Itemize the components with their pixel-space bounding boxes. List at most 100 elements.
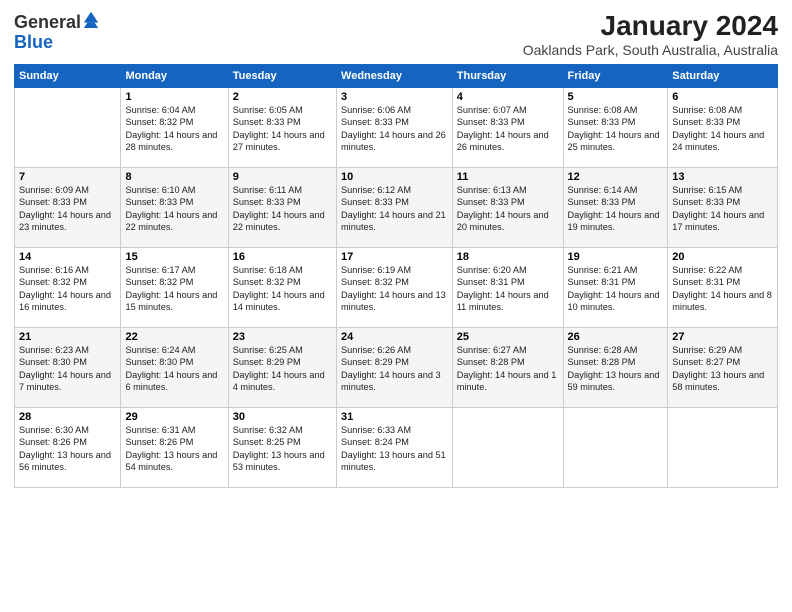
day-detail: Sunrise: 6:32 AMSunset: 8:25 PMDaylight:…: [233, 424, 332, 474]
day-detail: Sunrise: 6:16 AMSunset: 8:32 PMDaylight:…: [19, 264, 116, 314]
day-detail: Sunrise: 6:14 AMSunset: 8:33 PMDaylight:…: [568, 184, 664, 234]
calendar-cell: 20Sunrise: 6:22 AMSunset: 8:31 PMDayligh…: [668, 248, 778, 328]
logo-text: General Blue: [14, 10, 100, 53]
calendar-cell: 12Sunrise: 6:14 AMSunset: 8:33 PMDayligh…: [563, 168, 668, 248]
day-detail: Sunrise: 6:07 AMSunset: 8:33 PMDaylight:…: [457, 104, 559, 154]
day-detail: Sunrise: 6:21 AMSunset: 8:31 PMDaylight:…: [568, 264, 664, 314]
day-detail: Sunrise: 6:04 AMSunset: 8:32 PMDaylight:…: [125, 104, 223, 154]
day-number: 11: [457, 171, 559, 183]
day-detail: Sunrise: 6:19 AMSunset: 8:32 PMDaylight:…: [341, 264, 448, 314]
day-number: 20: [672, 251, 773, 263]
calendar-cell: 16Sunrise: 6:18 AMSunset: 8:32 PMDayligh…: [228, 248, 336, 328]
calendar-week-4: 21Sunrise: 6:23 AMSunset: 8:30 PMDayligh…: [15, 328, 778, 408]
day-detail: Sunrise: 6:05 AMSunset: 8:33 PMDaylight:…: [233, 104, 332, 154]
day-detail: Sunrise: 6:06 AMSunset: 8:33 PMDaylight:…: [341, 104, 448, 154]
calendar-week-5: 28Sunrise: 6:30 AMSunset: 8:26 PMDayligh…: [15, 408, 778, 488]
calendar-cell: 22Sunrise: 6:24 AMSunset: 8:30 PMDayligh…: [121, 328, 228, 408]
calendar-cell: 24Sunrise: 6:26 AMSunset: 8:29 PMDayligh…: [337, 328, 453, 408]
calendar-cell: [563, 408, 668, 488]
day-detail: Sunrise: 6:26 AMSunset: 8:29 PMDaylight:…: [341, 344, 448, 394]
calendar-cell: 14Sunrise: 6:16 AMSunset: 8:32 PMDayligh…: [15, 248, 121, 328]
day-number: 4: [457, 91, 559, 103]
day-number: 10: [341, 171, 448, 183]
day-number: 13: [672, 171, 773, 183]
calendar-week-3: 14Sunrise: 6:16 AMSunset: 8:32 PMDayligh…: [15, 248, 778, 328]
calendar-week-1: 1Sunrise: 6:04 AMSunset: 8:32 PMDaylight…: [15, 88, 778, 168]
calendar-cell: 7Sunrise: 6:09 AMSunset: 8:33 PMDaylight…: [15, 168, 121, 248]
day-number: 29: [125, 411, 223, 423]
subtitle: Oaklands Park, South Australia, Australi…: [523, 42, 778, 58]
day-detail: Sunrise: 6:33 AMSunset: 8:24 PMDaylight:…: [341, 424, 448, 474]
day-number: 31: [341, 411, 448, 423]
calendar-cell: 23Sunrise: 6:25 AMSunset: 8:29 PMDayligh…: [228, 328, 336, 408]
col-sunday: Sunday: [15, 65, 121, 88]
day-detail: Sunrise: 6:31 AMSunset: 8:26 PMDaylight:…: [125, 424, 223, 474]
day-detail: Sunrise: 6:22 AMSunset: 8:31 PMDaylight:…: [672, 264, 773, 314]
day-detail: Sunrise: 6:27 AMSunset: 8:28 PMDaylight:…: [457, 344, 559, 394]
col-thursday: Thursday: [452, 65, 563, 88]
day-detail: Sunrise: 6:20 AMSunset: 8:31 PMDaylight:…: [457, 264, 559, 314]
day-detail: Sunrise: 6:18 AMSunset: 8:32 PMDaylight:…: [233, 264, 332, 314]
calendar-cell: 28Sunrise: 6:30 AMSunset: 8:26 PMDayligh…: [15, 408, 121, 488]
day-number: 24: [341, 331, 448, 343]
day-detail: Sunrise: 6:11 AMSunset: 8:33 PMDaylight:…: [233, 184, 332, 234]
calendar-table: Sunday Monday Tuesday Wednesday Thursday…: [14, 64, 778, 488]
calendar-cell: 2Sunrise: 6:05 AMSunset: 8:33 PMDaylight…: [228, 88, 336, 168]
calendar-cell: [452, 408, 563, 488]
col-tuesday: Tuesday: [228, 65, 336, 88]
page-container: General Blue January 2024 Oaklands Park,…: [0, 0, 792, 496]
day-number: 30: [233, 411, 332, 423]
calendar-cell: 1Sunrise: 6:04 AMSunset: 8:32 PMDaylight…: [121, 88, 228, 168]
day-number: 2: [233, 91, 332, 103]
calendar-cell: [668, 408, 778, 488]
calendar-cell: 5Sunrise: 6:08 AMSunset: 8:33 PMDaylight…: [563, 88, 668, 168]
logo-general: General: [14, 12, 81, 32]
day-number: 27: [672, 331, 773, 343]
day-detail: Sunrise: 6:09 AMSunset: 8:33 PMDaylight:…: [19, 184, 116, 234]
calendar-cell: 30Sunrise: 6:32 AMSunset: 8:25 PMDayligh…: [228, 408, 336, 488]
day-number: 17: [341, 251, 448, 263]
day-detail: Sunrise: 6:25 AMSunset: 8:29 PMDaylight:…: [233, 344, 332, 394]
calendar-cell: 9Sunrise: 6:11 AMSunset: 8:33 PMDaylight…: [228, 168, 336, 248]
day-number: 21: [19, 331, 116, 343]
title-block: January 2024 Oaklands Park, South Austra…: [523, 10, 778, 58]
calendar-cell: 8Sunrise: 6:10 AMSunset: 8:33 PMDaylight…: [121, 168, 228, 248]
calendar-cell: 17Sunrise: 6:19 AMSunset: 8:32 PMDayligh…: [337, 248, 453, 328]
day-detail: Sunrise: 6:12 AMSunset: 8:33 PMDaylight:…: [341, 184, 448, 234]
calendar-week-2: 7Sunrise: 6:09 AMSunset: 8:33 PMDaylight…: [15, 168, 778, 248]
day-detail: Sunrise: 6:13 AMSunset: 8:33 PMDaylight:…: [457, 184, 559, 234]
day-number: 25: [457, 331, 559, 343]
calendar-cell: 15Sunrise: 6:17 AMSunset: 8:32 PMDayligh…: [121, 248, 228, 328]
day-number: 9: [233, 171, 332, 183]
col-saturday: Saturday: [668, 65, 778, 88]
day-number: 19: [568, 251, 664, 263]
day-detail: Sunrise: 6:15 AMSunset: 8:33 PMDaylight:…: [672, 184, 773, 234]
calendar-cell: 26Sunrise: 6:28 AMSunset: 8:28 PMDayligh…: [563, 328, 668, 408]
day-number: 16: [233, 251, 332, 263]
day-detail: Sunrise: 6:30 AMSunset: 8:26 PMDaylight:…: [19, 424, 116, 474]
day-number: 8: [125, 171, 223, 183]
header-row-table: Sunday Monday Tuesday Wednesday Thursday…: [15, 65, 778, 88]
logo-blue: Blue: [14, 32, 53, 52]
calendar-cell: 10Sunrise: 6:12 AMSunset: 8:33 PMDayligh…: [337, 168, 453, 248]
day-number: 3: [341, 91, 448, 103]
day-number: 28: [19, 411, 116, 423]
calendar-cell: 11Sunrise: 6:13 AMSunset: 8:33 PMDayligh…: [452, 168, 563, 248]
day-number: 7: [19, 171, 116, 183]
day-number: 22: [125, 331, 223, 343]
day-number: 23: [233, 331, 332, 343]
day-detail: Sunrise: 6:29 AMSunset: 8:27 PMDaylight:…: [672, 344, 773, 394]
calendar-cell: 25Sunrise: 6:27 AMSunset: 8:28 PMDayligh…: [452, 328, 563, 408]
day-detail: Sunrise: 6:28 AMSunset: 8:28 PMDaylight:…: [568, 344, 664, 394]
day-detail: Sunrise: 6:10 AMSunset: 8:33 PMDaylight:…: [125, 184, 223, 234]
day-detail: Sunrise: 6:24 AMSunset: 8:30 PMDaylight:…: [125, 344, 223, 394]
day-number: 15: [125, 251, 223, 263]
day-number: 5: [568, 91, 664, 103]
col-monday: Monday: [121, 65, 228, 88]
calendar-cell: 6Sunrise: 6:08 AMSunset: 8:33 PMDaylight…: [668, 88, 778, 168]
day-number: 6: [672, 91, 773, 103]
day-number: 14: [19, 251, 116, 263]
calendar-cell: 18Sunrise: 6:20 AMSunset: 8:31 PMDayligh…: [452, 248, 563, 328]
calendar-cell: 31Sunrise: 6:33 AMSunset: 8:24 PMDayligh…: [337, 408, 453, 488]
day-detail: Sunrise: 6:08 AMSunset: 8:33 PMDaylight:…: [672, 104, 773, 154]
